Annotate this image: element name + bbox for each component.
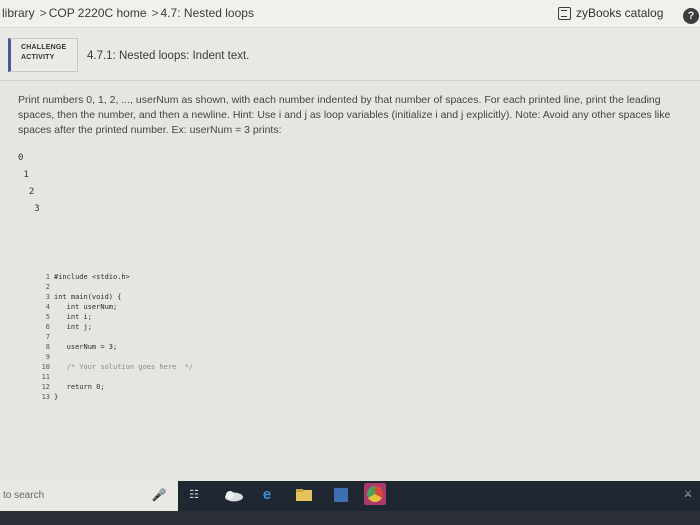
output-line: 3 <box>18 204 40 214</box>
badge-line-1: CHALLENGE <box>21 44 67 51</box>
code-line[interactable]: 6 int j; <box>38 322 458 332</box>
taskbar-search-placeholder[interactable]: to search <box>3 490 44 501</box>
task-view-icon[interactable]: ☷ <box>186 488 202 502</box>
code-text[interactable]: userNum = 3; <box>54 343 118 351</box>
people-icon[interactable]: ⚔ <box>680 488 696 502</box>
store-icon[interactable] <box>334 488 348 502</box>
code-line[interactable]: 12 return 0; <box>38 382 458 392</box>
breadcrumb-separator: > <box>151 6 159 20</box>
badge-line-2: ACTIVITY <box>21 54 55 61</box>
line-number: 5 <box>45 313 50 321</box>
catalog-icon <box>558 6 571 20</box>
help-icon[interactable]: ? <box>683 8 699 24</box>
breadcrumb-item-library[interactable]: library <box>2 6 35 20</box>
output-line: 0 <box>18 153 24 163</box>
code-text[interactable]: int userNum; <box>54 303 118 311</box>
code-line[interactable]: 9 <box>38 352 458 362</box>
challenge-activity-badge: CHALLENGE ACTIVITY <box>8 38 78 72</box>
code-line[interactable]: 4 int userNum; <box>38 302 458 312</box>
breadcrumb-separator: > <box>39 6 47 20</box>
code-editor[interactable]: 1 #include <stdio.h> 2 3 int main(void) { … <box>38 272 458 422</box>
code-comment[interactable]: /* Your solution goes here */ <box>54 363 193 371</box>
weather-icon[interactable] <box>222 488 244 502</box>
line-number: 2 <box>45 283 50 291</box>
instructions-text: Print numbers 0, 1, 2, ..., userNum as s… <box>18 94 671 136</box>
line-number: 8 <box>45 343 50 351</box>
line-number: 4 <box>45 303 50 311</box>
example-output: 0 1 2 3 <box>18 153 40 221</box>
catalog-label: zyBooks catalog <box>576 6 664 20</box>
divider <box>0 80 700 81</box>
line-number: 1 <box>45 273 50 281</box>
line-number: 6 <box>45 323 50 331</box>
line-number: 10 <box>41 363 50 371</box>
mic-icon[interactable]: 🎤 <box>151 488 167 502</box>
line-number: 9 <box>45 353 50 361</box>
code-text[interactable]: } <box>54 393 58 401</box>
line-number: 7 <box>45 333 50 341</box>
activity-title: 4.7.1: Nested loops: Indent text. <box>87 50 250 62</box>
code-line[interactable]: 8 userNum = 3; <box>38 342 458 352</box>
breadcrumb-item-course-home[interactable]: COP 2220C home <box>49 6 147 20</box>
edge-icon[interactable]: e <box>259 487 275 502</box>
code-line[interactable]: 11 <box>38 372 458 382</box>
line-number: 12 <box>41 383 50 391</box>
code-line[interactable]: 3 int main(void) { <box>38 292 458 302</box>
line-number: 13 <box>41 393 50 401</box>
breadcrumb-item-section[interactable]: 4.7: Nested loops <box>161 6 254 20</box>
line-number: 3 <box>45 293 50 301</box>
code-text[interactable]: int main(void) { <box>54 293 121 301</box>
code-text[interactable]: return 0; <box>54 383 105 391</box>
output-line: 1 <box>18 170 29 180</box>
bottom-strip <box>0 511 700 525</box>
code-line[interactable]: 1 #include <stdio.h> <box>38 272 458 282</box>
code-text[interactable]: int i; <box>54 313 92 321</box>
chrome-icon[interactable] <box>367 486 383 502</box>
code-line[interactable]: 2 <box>38 282 458 292</box>
code-line[interactable]: 7 <box>38 332 458 342</box>
line-number: 11 <box>41 373 50 381</box>
code-line[interactable]: 10 /* Your solution goes here */ <box>38 362 458 372</box>
code-text[interactable]: int j; <box>54 323 92 331</box>
code-line[interactable]: 5 int i; <box>38 312 458 322</box>
code-text[interactable]: #include <stdio.h> <box>54 273 130 281</box>
file-explorer-icon[interactable] <box>295 488 313 502</box>
zybooks-catalog-link[interactable]: zyBooks catalog <box>558 6 663 20</box>
output-line: 2 <box>18 187 35 197</box>
breadcrumb: library > COP 2220C home >4.7: Nested loops <box>2 6 256 20</box>
code-line[interactable]: 13} <box>38 392 458 402</box>
